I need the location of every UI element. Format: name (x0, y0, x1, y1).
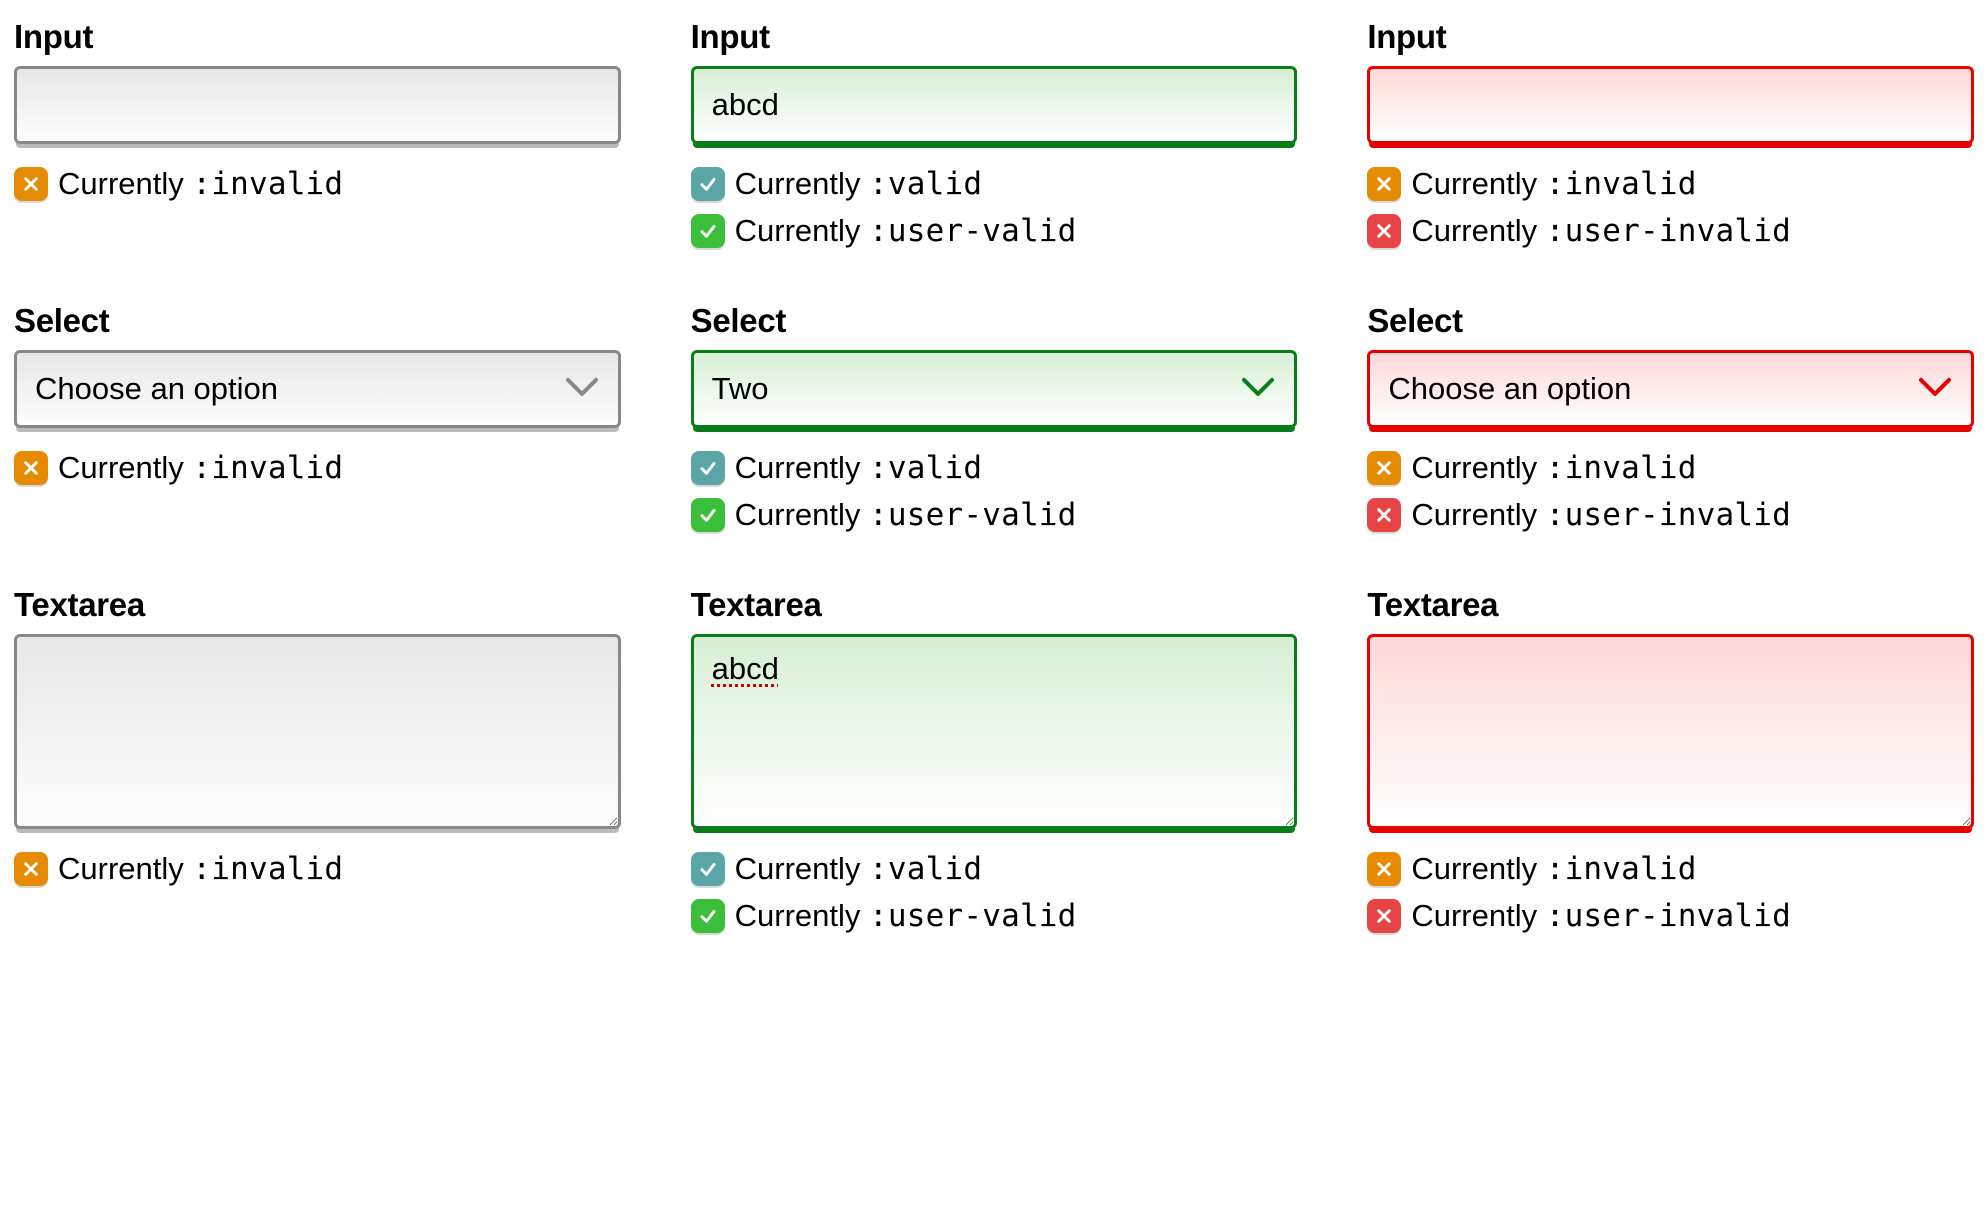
cell-input-neutral: Input Currently :invalid (14, 18, 621, 256)
input-label: Input (1367, 18, 1974, 56)
x-red-icon (1367, 899, 1401, 933)
status-list: Currently :invalid Currently :user-inval… (1367, 446, 1974, 538)
status-text: Currently :user-invalid (1411, 894, 1791, 939)
select-valid[interactable]: Two (691, 350, 1298, 428)
status-text: Currently :invalid (1411, 847, 1696, 892)
status-user-invalid: Currently :user-invalid (1367, 894, 1974, 939)
cell-input-valid: Input Currently :valid Currently :user-v… (691, 18, 1298, 256)
textarea-label: Textarea (691, 586, 1298, 624)
check-teal-icon (691, 167, 725, 201)
status-text: Currently :user-invalid (1411, 493, 1791, 538)
status-text: Currently :invalid (58, 446, 343, 491)
check-green-icon (691, 498, 725, 532)
textarea-label: Textarea (1367, 586, 1974, 624)
text-input-neutral[interactable] (14, 66, 621, 144)
x-orange-icon (1367, 167, 1401, 201)
status-text: Currently :user-invalid (1411, 209, 1791, 254)
status-text: Currently :user-valid (735, 894, 1077, 939)
textarea-neutral[interactable] (14, 634, 621, 829)
status-list: Currently :valid Currently :user-valid (691, 446, 1298, 538)
status-invalid: Currently :invalid (14, 162, 621, 207)
check-teal-icon (691, 451, 725, 485)
status-list: Currently :invalid (14, 162, 621, 207)
x-red-icon (1367, 498, 1401, 532)
cell-textarea-neutral: Textarea Currently :invalid (14, 586, 621, 941)
status-valid: Currently :valid (691, 162, 1298, 207)
status-user-valid: Currently :user-valid (691, 209, 1298, 254)
status-invalid: Currently :invalid (1367, 162, 1974, 207)
x-orange-icon (1367, 451, 1401, 485)
cell-textarea-valid: Textarea Currently :valid Currently :use… (691, 586, 1298, 941)
cell-select-valid: Select Two Currently :valid Currently :u… (691, 302, 1298, 540)
status-text: Currently :user-valid (735, 209, 1077, 254)
status-text: Currently :valid (735, 162, 983, 207)
input-label: Input (14, 18, 621, 56)
status-invalid: Currently :invalid (14, 847, 621, 892)
status-invalid: Currently :invalid (14, 446, 621, 491)
select-label: Select (691, 302, 1298, 340)
status-list: Currently :valid Currently :user-valid (691, 847, 1298, 939)
status-invalid: Currently :invalid (1367, 847, 1974, 892)
status-user-invalid: Currently :user-invalid (1367, 493, 1974, 538)
textarea-valid[interactable] (691, 634, 1298, 829)
input-label: Input (691, 18, 1298, 56)
cell-textarea-invalid: Textarea Currently :invalid Currently :u… (1367, 586, 1974, 941)
status-text: Currently :invalid (1411, 446, 1696, 491)
status-list: Currently :invalid (14, 847, 621, 892)
select-neutral[interactable]: Choose an option (14, 350, 621, 428)
text-input-valid[interactable] (691, 66, 1298, 144)
x-red-icon (1367, 214, 1401, 248)
status-user-valid: Currently :user-valid (691, 493, 1298, 538)
status-list: Currently :valid Currently :user-valid (691, 162, 1298, 254)
status-list: Currently :invalid Currently :user-inval… (1367, 847, 1974, 939)
select-label: Select (1367, 302, 1974, 340)
status-text: Currently :invalid (58, 162, 343, 207)
status-valid: Currently :valid (691, 446, 1298, 491)
select-wrapper: Choose an option (1367, 350, 1974, 428)
select-wrapper: Choose an option (14, 350, 621, 428)
x-orange-icon (14, 167, 48, 201)
cell-input-invalid: Input Currently :invalid Currently :user… (1367, 18, 1974, 256)
status-text: Currently :invalid (1411, 162, 1696, 207)
status-text: Currently :valid (735, 847, 983, 892)
select-label: Select (14, 302, 621, 340)
check-green-icon (691, 214, 725, 248)
check-teal-icon (691, 852, 725, 886)
textarea-label: Textarea (14, 586, 621, 624)
x-orange-icon (1367, 852, 1401, 886)
status-valid: Currently :valid (691, 847, 1298, 892)
text-input-invalid[interactable] (1367, 66, 1974, 144)
x-orange-icon (14, 852, 48, 886)
select-invalid[interactable]: Choose an option (1367, 350, 1974, 428)
demo-grid: Input Currently :invalid Input Currently… (14, 18, 1974, 941)
x-orange-icon (14, 451, 48, 485)
status-text: Currently :invalid (58, 847, 343, 892)
cell-select-neutral: Select Choose an option Currently :inval… (14, 302, 621, 540)
check-green-icon (691, 899, 725, 933)
status-user-invalid: Currently :user-invalid (1367, 209, 1974, 254)
status-list: Currently :invalid (14, 446, 621, 491)
textarea-invalid[interactable] (1367, 634, 1974, 829)
status-invalid: Currently :invalid (1367, 446, 1974, 491)
status-user-valid: Currently :user-valid (691, 894, 1298, 939)
cell-select-invalid: Select Choose an option Currently :inval… (1367, 302, 1974, 540)
status-list: Currently :invalid Currently :user-inval… (1367, 162, 1974, 254)
status-text: Currently :valid (735, 446, 983, 491)
status-text: Currently :user-valid (735, 493, 1077, 538)
select-wrapper: Two (691, 350, 1298, 428)
